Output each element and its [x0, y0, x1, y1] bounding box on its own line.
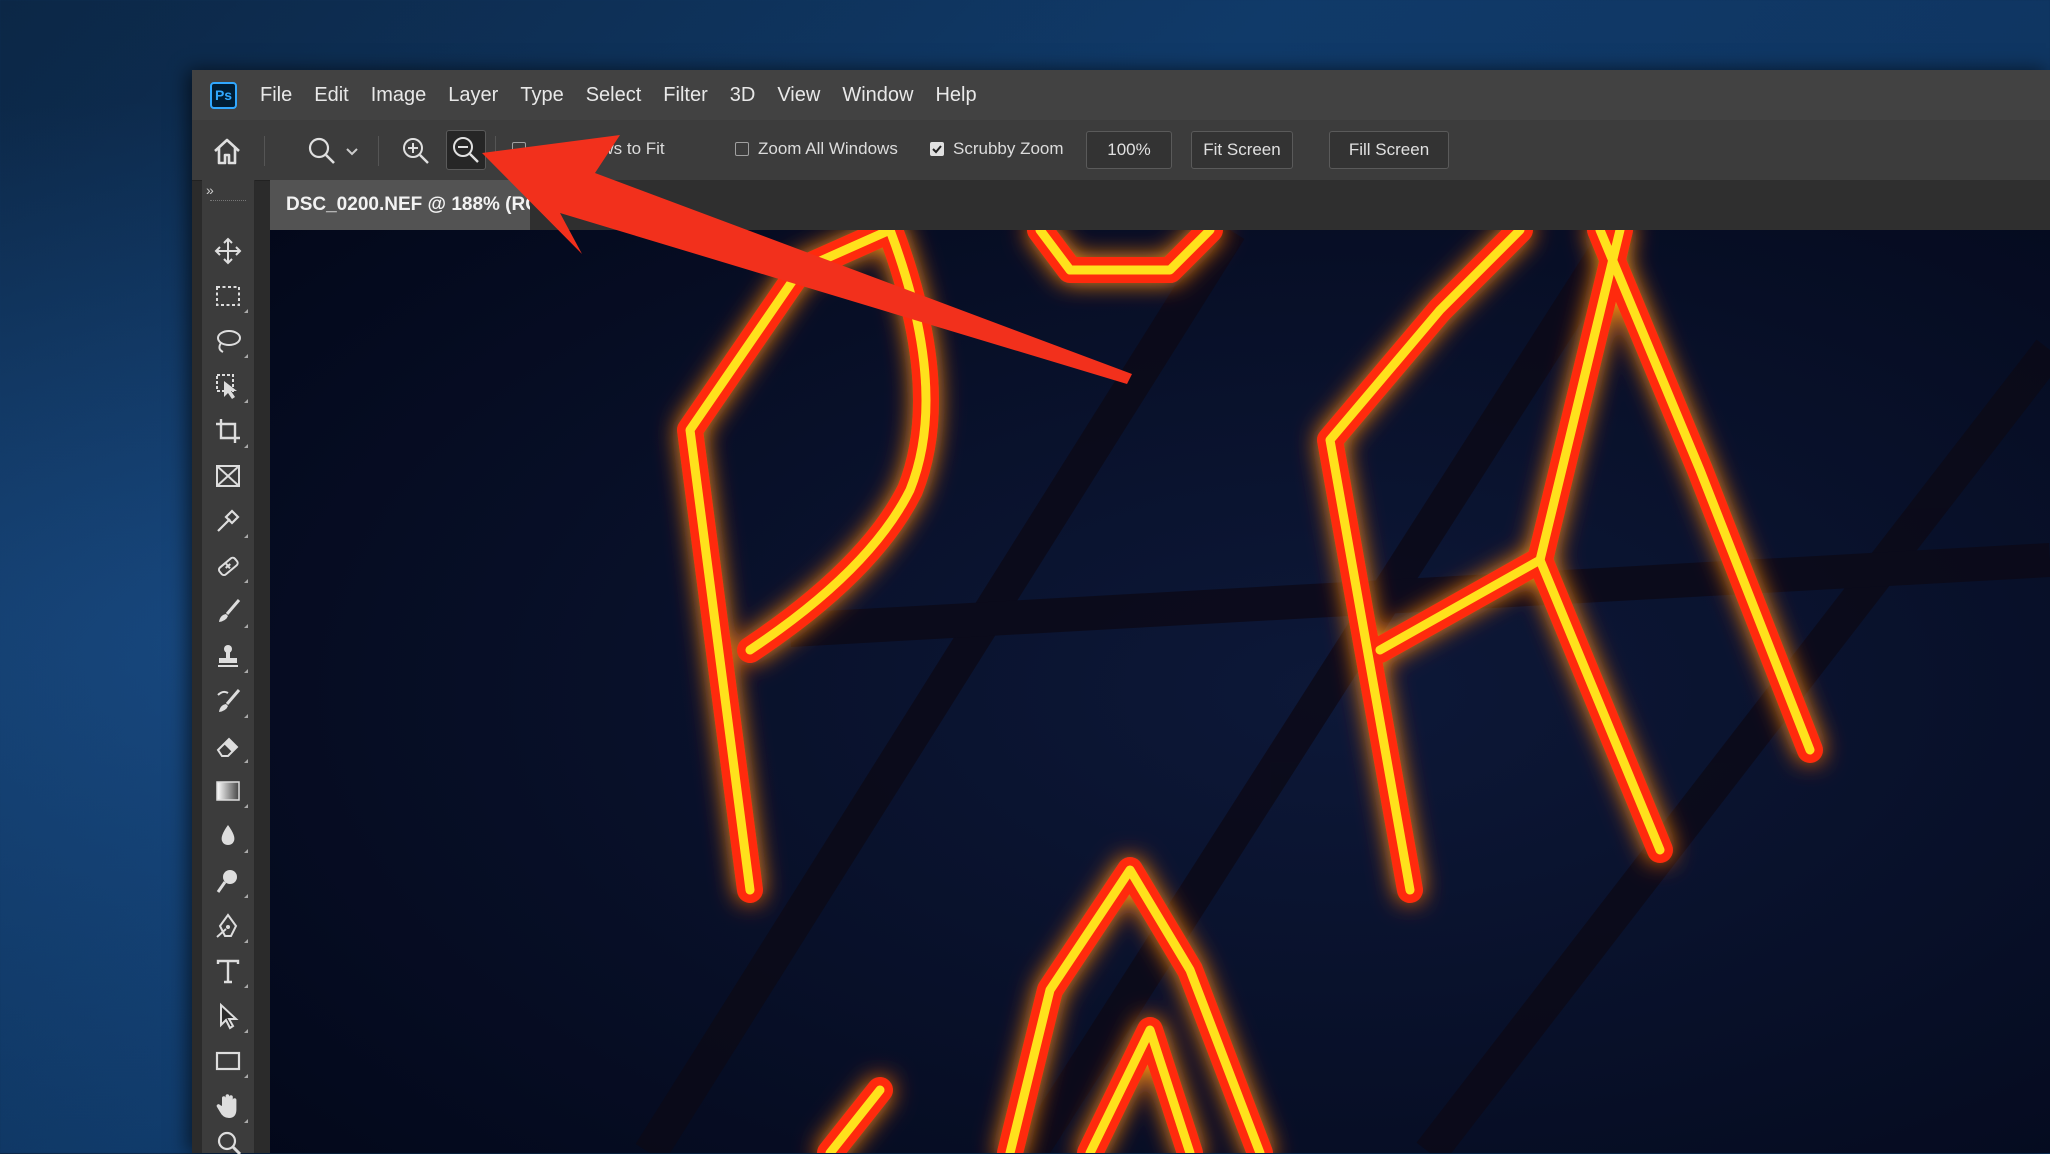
eyedropper-icon[interactable] — [210, 503, 248, 539]
chevron-down-icon[interactable] — [342, 144, 362, 160]
object-selection-icon[interactable] — [210, 368, 248, 404]
resize-windows-checkbox[interactable] — [512, 142, 526, 156]
zoom-percentage-field[interactable]: 100% — [1086, 131, 1172, 169]
zoom-all-windows-label: Zoom All Windows — [758, 139, 898, 158]
panel-grip[interactable] — [210, 200, 246, 203]
crop-icon[interactable] — [210, 413, 248, 449]
rectangular-marquee-icon[interactable] — [210, 278, 248, 314]
menu-filter[interactable]: Filter — [652, 84, 718, 107]
zoom-tool-preset-icon[interactable] — [302, 134, 342, 168]
menu-image[interactable]: Image — [360, 84, 438, 107]
menu-help[interactable]: Help — [924, 84, 987, 107]
menu-window[interactable]: Window — [831, 84, 924, 107]
clone-stamp-icon[interactable] — [210, 638, 248, 674]
scrubby-zoom-option[interactable]: Scrubby Zoom — [930, 139, 1064, 159]
type-icon[interactable] — [210, 953, 248, 989]
gradient-icon[interactable] — [210, 773, 248, 809]
menu-file[interactable]: File — [249, 84, 303, 107]
menu-edit[interactable]: Edit — [303, 84, 359, 107]
menu-select[interactable]: Select — [575, 84, 653, 107]
check-icon — [932, 145, 942, 154]
menu-3d[interactable]: 3D — [719, 84, 767, 107]
history-brush-icon[interactable] — [210, 683, 248, 719]
brush-icon[interactable] — [210, 593, 248, 629]
pen-icon[interactable] — [210, 908, 248, 944]
separator — [378, 136, 379, 166]
fit-screen-button[interactable]: Fit Screen — [1191, 131, 1293, 169]
healing-brush-icon[interactable] — [210, 548, 248, 584]
document-canvas[interactable] — [270, 230, 2050, 1153]
path-selection-icon[interactable] — [210, 998, 248, 1034]
frame-icon[interactable] — [210, 458, 246, 494]
document-tab[interactable]: DSC_0200.NEF @ 188% (RG — [270, 180, 530, 230]
fill-screen-button[interactable]: Fill Screen — [1329, 131, 1449, 169]
photoshop-window: Ps File Edit Image Layer Type Select Fil… — [192, 70, 2050, 1154]
zoom-out-icon[interactable] — [446, 130, 486, 170]
zoom-all-windows-checkbox[interactable] — [735, 142, 749, 156]
lasso-icon[interactable] — [210, 323, 248, 359]
move-tool-icon[interactable] — [210, 233, 246, 269]
separator — [495, 136, 496, 166]
scrubby-zoom-checkbox[interactable] — [930, 142, 944, 156]
options-bar: ndows to Fit Zoom All Windows Scrubby Zo… — [192, 120, 2050, 181]
separator — [264, 136, 265, 166]
scrubby-zoom-label: Scrubby Zoom — [953, 139, 1064, 158]
resize-windows-label: ndows to Fit — [573, 139, 665, 158]
hand-icon[interactable] — [210, 1088, 248, 1124]
dodge-icon[interactable] — [210, 863, 248, 899]
photoshop-logo[interactable]: Ps — [210, 81, 237, 109]
eraser-icon[interactable] — [210, 728, 248, 764]
rectangle-icon[interactable] — [210, 1043, 248, 1079]
menu-type[interactable]: Type — [509, 84, 574, 107]
menu-bar: Ps File Edit Image Layer Type Select Fil… — [192, 70, 2050, 120]
home-icon[interactable] — [210, 134, 244, 168]
document-tab-bar: DSC_0200.NEF @ 188% (RG — [270, 180, 2050, 230]
tools-panel: » — [202, 180, 255, 1154]
zoom-tool-icon[interactable] — [210, 1130, 246, 1154]
zoom-all-windows-option[interactable]: Zoom All Windows — [735, 139, 898, 159]
zoom-in-icon[interactable] — [397, 134, 435, 168]
neon-sign-photo — [270, 230, 2050, 1153]
resize-windows-to-fit-option[interactable]: ndows to Fit — [512, 139, 665, 159]
menu-view[interactable]: View — [766, 84, 831, 107]
collapse-panel-icon[interactable]: » — [206, 182, 214, 198]
blur-icon[interactable] — [210, 818, 248, 854]
menu-layer[interactable]: Layer — [437, 84, 509, 107]
